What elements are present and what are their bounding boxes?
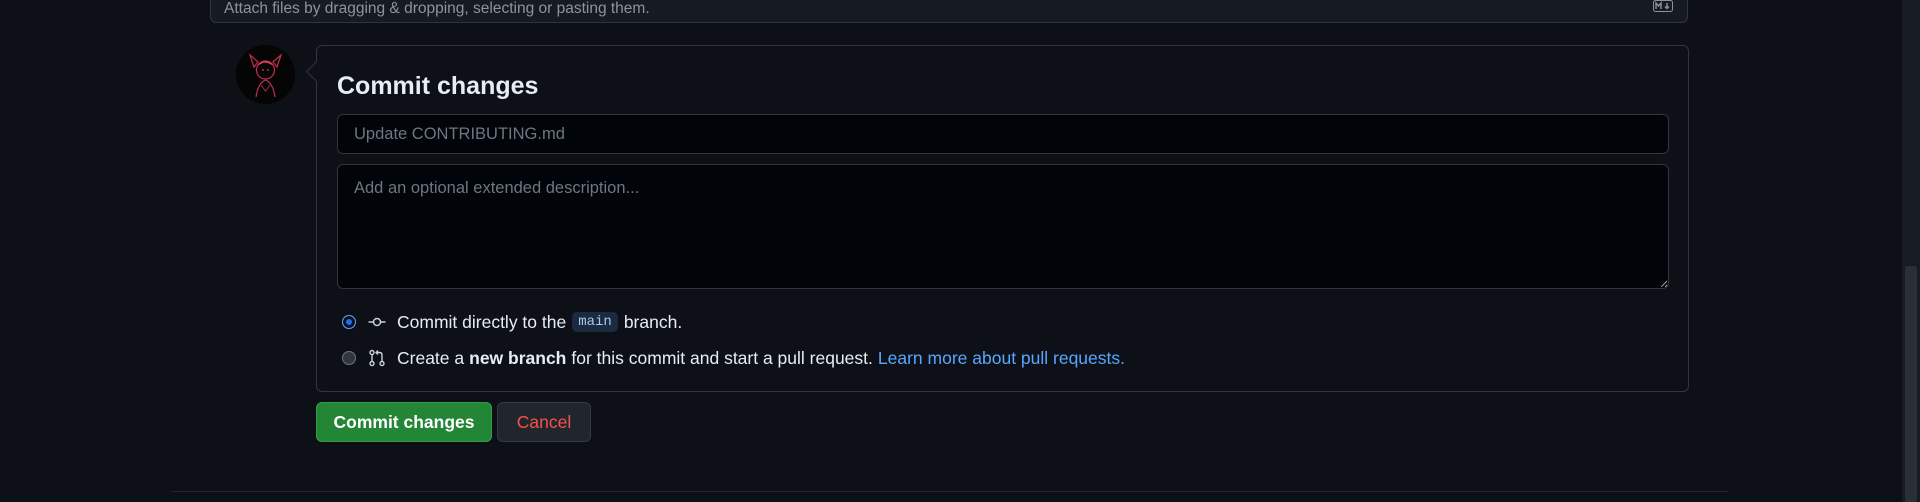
branch-name-badge: main [572,312,618,332]
cancel-button[interactable]: Cancel [497,402,591,442]
commit-summary-input[interactable] [337,114,1669,154]
commit-changes-button[interactable]: Commit changes [316,402,492,442]
new-branch-radio[interactable] [342,351,356,365]
commit-page: Attach files by dragging & dropping, sel… [0,0,1920,502]
commit-directly-radio[interactable] [342,315,356,329]
new-branch-option[interactable]: Create a new branch for this commit and … [342,346,1125,370]
learn-more-pull-requests-link[interactable]: Learn more about pull requests. [878,348,1125,369]
commit-description-input[interactable] [337,164,1669,289]
commit-directly-suffix: branch. [623,311,683,332]
git-commit-icon [368,317,386,327]
markdown-icon[interactable] [1653,0,1673,12]
comment-caret [305,60,328,83]
commit-title: Commit changes [337,72,539,100]
new-branch-suffix: for this commit and start a pull request… [571,347,873,368]
commit-directly-prefix: Commit directly to the [397,311,567,332]
scrollbar-thumb[interactable] [1905,266,1917,502]
attach-files-text: Attach files by dragging & dropping, sel… [224,0,650,17]
new-branch-prefix: Create a [397,347,465,368]
user-avatar[interactable] [236,45,295,104]
git-pull-request-icon [369,349,385,367]
attach-files-bar[interactable]: Attach files by dragging & dropping, sel… [210,0,1688,23]
commit-directly-option[interactable]: Commit directly to the main branch. [342,310,682,334]
new-branch-bold: new branch [469,347,567,368]
footer-divider [171,491,1728,492]
commit-form: Commit changes Commit directly to the ma… [305,45,1689,392]
avatar-image [236,45,295,104]
page-scrollbar[interactable] [1902,0,1920,502]
